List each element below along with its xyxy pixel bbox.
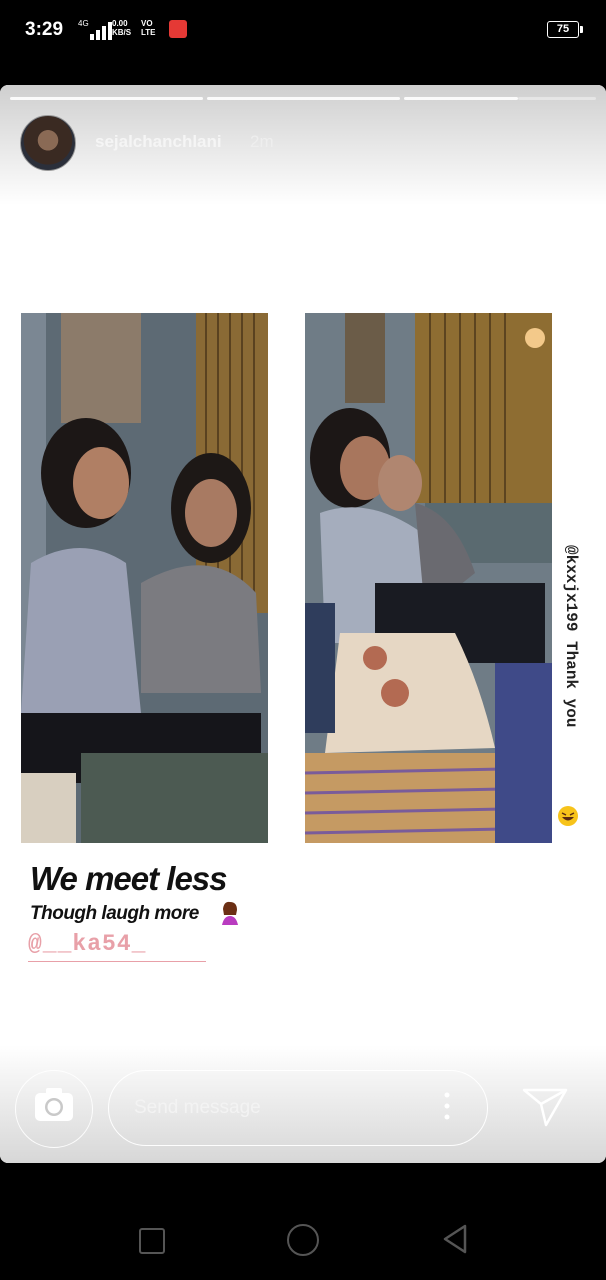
story-progress-segment-3 [404, 97, 518, 100]
laughing-emoji-icon [558, 806, 578, 826]
camera-icon [35, 1088, 73, 1121]
mention-underline [28, 961, 206, 962]
volte-indicator: VO LTE [141, 19, 156, 37]
story-progress-segment-1 [10, 97, 203, 100]
story-photo-right [305, 313, 552, 843]
battery-icon: 75 [547, 21, 583, 38]
story-card[interactable]: sejalchanchlani 2m @kxxjx199 Thank you W… [0, 85, 606, 1163]
message-input-placeholder[interactable]: Send message [134, 1097, 261, 1119]
notification-app-icon [169, 20, 187, 38]
story-caption-title: We meet less [30, 860, 228, 897]
status-time: 3:29 [25, 19, 64, 40]
data-speed: 0.00 KB/S [112, 19, 132, 37]
more-vertical-icon[interactable] [444, 1091, 450, 1121]
battery-level: 75 [556, 23, 570, 35]
status-bar: 3:29 4G 0.00 KB/S VO LTE 75 [0, 0, 606, 60]
avatar[interactable] [20, 115, 76, 171]
story-mention[interactable]: @__ka54_ [28, 931, 146, 957]
back-icon[interactable] [440, 1223, 470, 1255]
home-icon[interactable] [287, 1224, 319, 1256]
signal-icon: 4G [78, 19, 112, 40]
story-time-ago: 2m [250, 132, 274, 151]
story-progress-segment-3-remaining [518, 97, 596, 100]
story-caption-subtitle: Though laugh more [30, 903, 199, 924]
recent-apps-icon[interactable] [139, 1228, 165, 1254]
top-gradient [0, 85, 606, 205]
story-photo-left [21, 313, 268, 843]
photo-mention-tag[interactable]: @kxxjx199 Thank you [556, 545, 580, 845]
story-progress-segment-2 [207, 97, 400, 100]
person-tipping-hand-icon [222, 901, 238, 925]
story-username[interactable]: sejalchanchlani [95, 132, 222, 152]
send-icon[interactable] [522, 1087, 568, 1127]
